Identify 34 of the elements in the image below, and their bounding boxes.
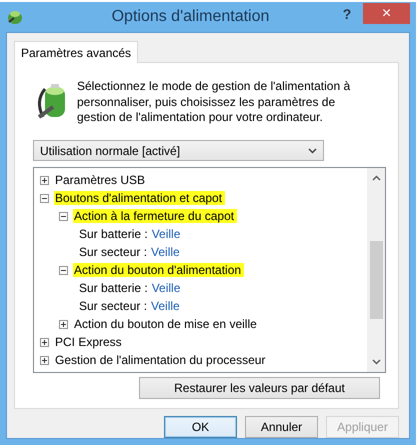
tree-item[interactable]: Paramètres USB [54, 173, 148, 187]
tree-item[interactable]: Action à la fermeture du capot [73, 209, 238, 223]
dialog-button[interactable]: OK [164, 416, 237, 438]
tree-item[interactable]: Boutons d'alimentation et capot [54, 191, 226, 205]
dialog-button[interactable]: Annuler [245, 416, 318, 438]
collapse-icon[interactable] [59, 266, 68, 274]
setting-label: Sur batterie : [79, 281, 148, 295]
scrollbar-thumb[interactable] [370, 241, 383, 319]
expand-icon[interactable] [40, 176, 49, 184]
scroll-down-icon[interactable] [372, 359, 381, 365]
collapse-icon[interactable] [59, 212, 68, 220]
restore-defaults-button[interactable]: Restaurer les valeurs par défaut [139, 377, 380, 399]
tree-item[interactable]: Gestion de l'alimentation du processeur [54, 353, 268, 367]
setting-value-link[interactable]: Veille [151, 299, 180, 313]
close-button[interactable]: × [363, 3, 410, 24]
expand-icon[interactable] [59, 320, 68, 328]
help-button[interactable]: ? [337, 6, 357, 28]
setting-value-link[interactable]: Veille [152, 281, 180, 295]
expand-icon[interactable] [40, 356, 49, 364]
description-text: Sélectionnez le mode de gestion de l'alimentation à personnaliser, puis choisissez les paramètres de gestion de l'alimentation pour votre ordinateur. [77, 79, 352, 126]
scroll-up-icon[interactable] [372, 175, 381, 181]
setting-value-link[interactable]: Veille [152, 227, 180, 241]
expand-icon[interactable] [40, 338, 49, 346]
setting-label: Sur secteur : [79, 299, 148, 313]
setting-label: Sur secteur : [79, 245, 148, 259]
tree-item[interactable]: Action du bouton de mise en veille [73, 317, 260, 331]
setting-label: Sur batterie : [79, 227, 148, 241]
tree-item[interactable]: Action du bouton d'alimentation [73, 263, 244, 277]
window-title: Options d'alimentation [110, 8, 270, 26]
tab[interactable]: Paramètres avancés [14, 41, 138, 63]
plan-dropdown[interactable]: Utilisation normale [activé] [33, 140, 324, 161]
collapse-icon[interactable] [40, 194, 49, 202]
tree-item[interactable]: PCI Express [54, 335, 125, 349]
setting-value-link[interactable]: Veille [151, 245, 180, 259]
